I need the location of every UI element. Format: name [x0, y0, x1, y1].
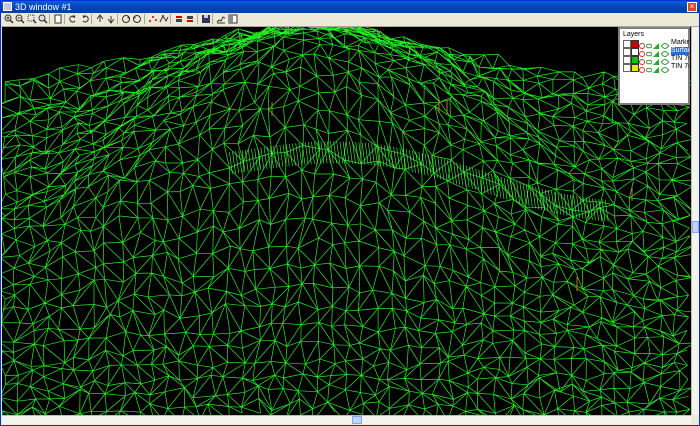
- zoom-in-icon: [4, 14, 14, 24]
- layer-label: Surfac: [671, 47, 689, 55]
- tilt-up-icon: [96, 14, 104, 22]
- layer-color-swatch[interactable]: [631, 56, 639, 64]
- vertical-scrollbar[interactable]: [691, 27, 699, 415]
- layer-lock-icon[interactable]: [639, 56, 645, 65]
- zoom-extents-button[interactable]: [38, 14, 48, 24]
- layer-label: Marke: [671, 39, 689, 46]
- rotate-right-icon: [82, 15, 89, 23]
- zoom-out-button[interactable]: [15, 14, 25, 24]
- layer-color-swatch[interactable]: [631, 40, 639, 48]
- horizontal-scroll-thumb[interactable]: [352, 416, 362, 424]
- points-button[interactable]: [148, 14, 158, 24]
- layer-lock-icon[interactable]: [639, 40, 645, 49]
- spin-cw-icon: [122, 15, 130, 23]
- layer-lock-icon[interactable]: [639, 48, 645, 57]
- layer-visibility-checkbox[interactable]: [623, 48, 631, 56]
- layer-style-icon[interactable]: [653, 40, 659, 49]
- 3d-viewport[interactable]: [2, 27, 691, 415]
- wireframe-mesh: [2, 27, 691, 415]
- toolbar-separator: [212, 14, 213, 24]
- layer-tin-icon[interactable]: [660, 48, 670, 58]
- network-button[interactable]: [159, 14, 169, 24]
- flag-up-button[interactable]: [174, 14, 184, 24]
- layer-color-swatch[interactable]: [631, 64, 639, 72]
- flag-down-icon: [187, 16, 193, 22]
- layer-visibility-checkbox[interactable]: [623, 40, 631, 48]
- zoom-in-button[interactable]: [4, 14, 14, 24]
- panel-icon: [228, 14, 238, 24]
- layer-style-icon[interactable]: [653, 64, 659, 73]
- layer-visibility-checkbox[interactable]: [623, 56, 631, 64]
- page-button[interactable]: [53, 14, 63, 24]
- layer-row[interactable]: TIN 7(: [623, 63, 689, 74]
- flag-down-button[interactable]: [185, 14, 195, 24]
- layer-label: TIN 7(: [671, 55, 689, 62]
- panel-button[interactable]: [228, 14, 238, 24]
- layer-style-icon[interactable]: [653, 48, 659, 57]
- zoom-extents-icon: [38, 14, 48, 24]
- toolbar-separator: [197, 14, 198, 24]
- layer-tin-icon[interactable]: [660, 64, 670, 74]
- zoom-window-button[interactable]: [27, 14, 37, 24]
- rotate-left-icon: [69, 15, 76, 23]
- spin-cw-button[interactable]: [121, 14, 131, 24]
- flag-up-icon: [176, 16, 182, 22]
- layer-label: TIN 7(: [671, 63, 689, 70]
- page-icon: [54, 14, 62, 24]
- spin-ccw-icon: [133, 15, 141, 23]
- tilt-down-button[interactable]: [106, 14, 116, 24]
- profile-button[interactable]: [216, 14, 226, 24]
- title-bar[interactable]: 3D window #1 ×: [1, 1, 699, 13]
- layer-eye-icon[interactable]: [645, 64, 653, 73]
- rotate-left-button[interactable]: [68, 14, 78, 24]
- layer-eye-icon[interactable]: [645, 48, 653, 57]
- toolbar-separator: [170, 14, 171, 24]
- layer-tin-icon[interactable]: [660, 56, 670, 66]
- layers-panel: Layers MarkeSurfacTIN 7(TIN 7(: [618, 27, 690, 105]
- window-title: 3D window #1: [15, 2, 72, 12]
- app-icon: [3, 2, 12, 11]
- toolbar-separator: [117, 14, 118, 24]
- profile-icon: [216, 16, 226, 24]
- rotate-right-button[interactable]: [80, 14, 90, 24]
- close-button[interactable]: ×: [687, 2, 697, 12]
- toolbar-separator: [64, 14, 65, 24]
- layer-style-icon[interactable]: [653, 56, 659, 65]
- layer-eye-icon[interactable]: [645, 40, 653, 49]
- toolbar-separator: [49, 14, 50, 24]
- layers-header: Layers: [623, 31, 645, 38]
- mesh-lines: [2, 27, 691, 415]
- points-icon: [149, 16, 157, 22]
- layer-tin-icon[interactable]: [660, 40, 670, 50]
- toolbar-separator: [91, 14, 92, 24]
- tilt-down-icon: [107, 16, 115, 24]
- horizontal-scrollbar[interactable]: [2, 415, 691, 424]
- network-icon: [159, 14, 169, 23]
- save-button[interactable]: [201, 14, 211, 24]
- zoom-out-icon: [15, 14, 25, 24]
- layer-color-swatch[interactable]: [631, 48, 639, 56]
- spin-ccw-button[interactable]: [132, 14, 142, 24]
- zoom-window-icon: [27, 14, 37, 24]
- save-icon: [202, 15, 210, 23]
- layer-lock-icon[interactable]: [639, 64, 645, 73]
- tilt-up-button[interactable]: [95, 14, 105, 24]
- layer-visibility-checkbox[interactable]: [623, 64, 631, 72]
- toolbar-separator: [144, 14, 145, 24]
- vertical-scroll-thumb[interactable]: [692, 221, 699, 233]
- layer-eye-icon[interactable]: [645, 56, 653, 65]
- 3d-window: 3D window #1 × Layers MarkeSurfacTIN 7(T…: [0, 0, 700, 426]
- toolbar: [1, 13, 699, 27]
